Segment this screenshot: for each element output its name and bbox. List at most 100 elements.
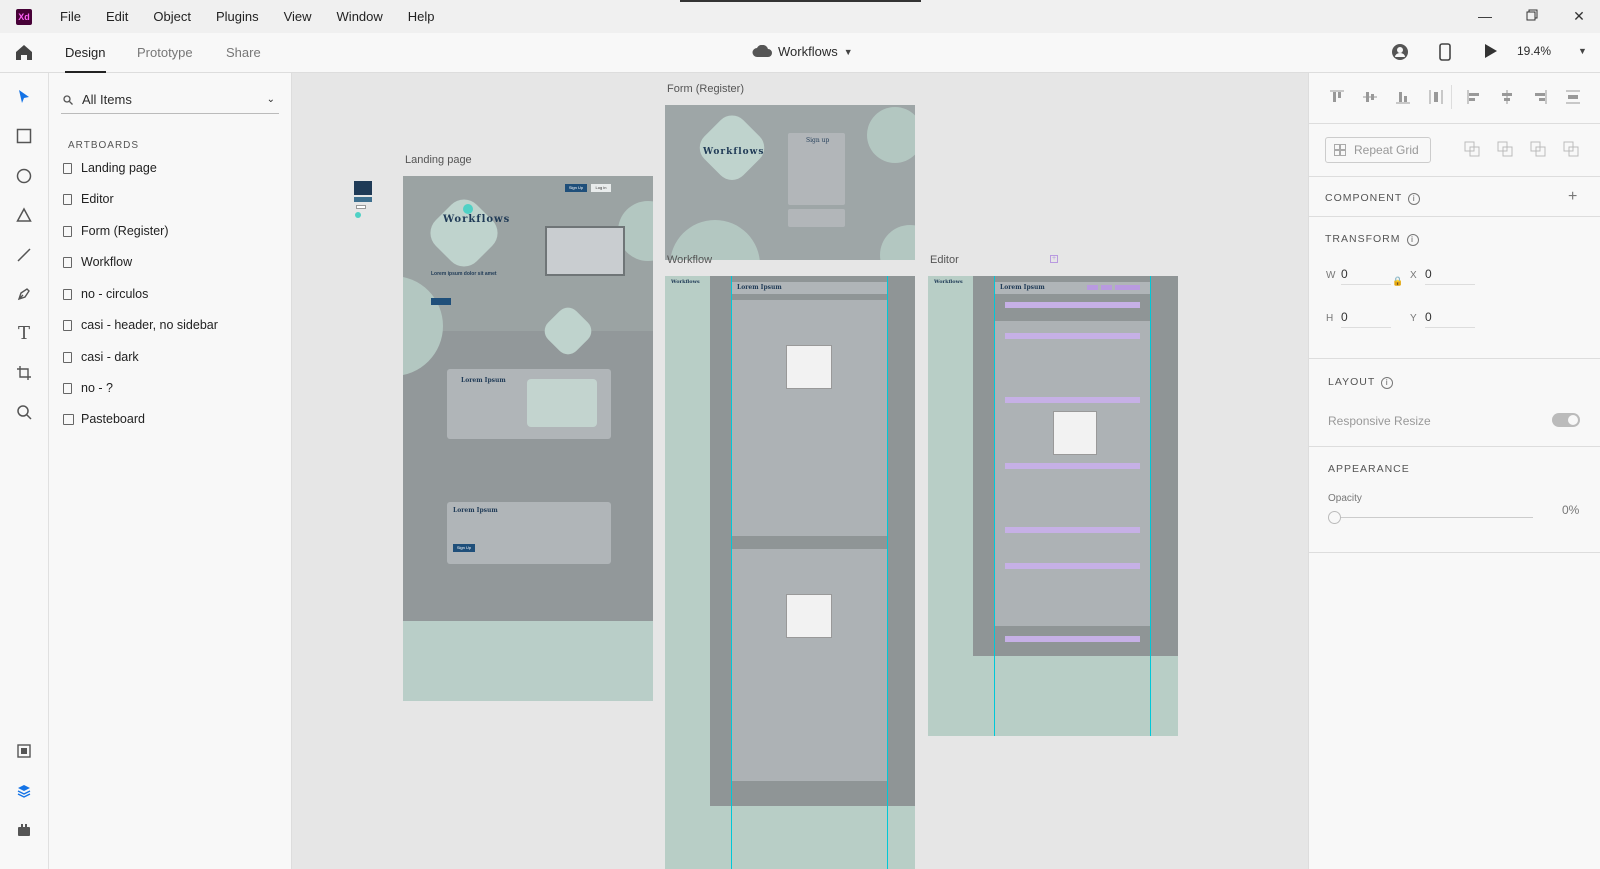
pasteboard-swatch[interactable] <box>354 197 372 202</box>
layer-item[interactable]: no - circulos <box>63 283 148 305</box>
tab-design[interactable]: Design <box>65 45 105 60</box>
tab-share[interactable]: Share <box>226 45 261 60</box>
plugins-panel-icon[interactable] <box>14 820 34 840</box>
artboard-label-workflow[interactable]: Workflow <box>667 254 712 266</box>
info-icon[interactable]: i <box>1406 234 1419 246</box>
line-tool-icon[interactable] <box>14 245 34 265</box>
info-icon[interactable]: i <box>1381 377 1394 389</box>
opacity-slider-handle[interactable] <box>1328 511 1341 524</box>
editor-add-bar[interactable] <box>1005 563 1140 569</box>
component-heading: COMPONENT i <box>1325 192 1421 205</box>
width-field[interactable]: 0 <box>1341 267 1391 285</box>
minimize-icon[interactable]: — <box>1475 6 1495 26</box>
ellipse-tool-icon[interactable] <box>14 166 34 186</box>
play-icon[interactable] <box>1484 43 1498 62</box>
guide-line <box>1150 276 1151 736</box>
canvas[interactable]: Landing page Workflows Sign Up Log in Lo… <box>292 73 1308 869</box>
workflow-section-2 <box>732 549 887 781</box>
layers-panel-icon[interactable] <box>14 781 34 801</box>
layer-item[interactable]: Editor <box>63 188 114 210</box>
menu-plugins[interactable]: Plugins <box>216 9 259 24</box>
layer-item-pasteboard[interactable]: Pasteboard <box>63 408 145 430</box>
menu-object[interactable]: Object <box>153 9 191 24</box>
rectangle-tool-icon[interactable] <box>14 126 34 146</box>
landing-login-button[interactable]: Log in <box>591 184 611 192</box>
select-tool-icon[interactable] <box>14 87 34 107</box>
boolean-subtract-icon[interactable] <box>1497 141 1513 160</box>
align-bottom-icon[interactable] <box>1395 89 1411 108</box>
align-right-icon[interactable] <box>1532 89 1548 108</box>
editor-add-bar[interactable] <box>1005 527 1140 533</box>
artboard-tool-icon[interactable] <box>14 363 34 383</box>
responsive-resize-label: Responsive Resize <box>1328 414 1431 428</box>
layer-item[interactable]: Form (Register) <box>63 220 169 242</box>
menu-edit[interactable]: Edit <box>106 9 128 24</box>
artboard-label-landing[interactable]: Landing page <box>405 154 472 166</box>
assets-panel-icon[interactable] <box>14 741 34 761</box>
boolean-exclude-icon[interactable] <box>1563 141 1579 160</box>
add-icon[interactable]: + <box>1050 255 1058 263</box>
artboard-landing-page[interactable]: Workflows Sign Up Log in Lorem ipsum dol… <box>403 176 653 701</box>
pen-tool-icon[interactable] <box>14 284 34 304</box>
lock-aspect-icon[interactable]: 🔒 <box>1392 276 1403 287</box>
x-label: X <box>1410 270 1417 281</box>
responsive-resize-toggle[interactable] <box>1552 413 1580 427</box>
user-share-icon[interactable] <box>1391 43 1409 64</box>
zoom-tool-icon[interactable] <box>14 402 34 422</box>
distribute-vertical-icon[interactable] <box>1428 89 1444 108</box>
layer-item[interactable]: casi - header, no sidebar <box>63 314 218 336</box>
zoom-chevron-icon[interactable]: ▼ <box>1578 46 1587 56</box>
boolean-add-icon[interactable] <box>1464 141 1480 160</box>
layer-item[interactable]: casi - dark <box>63 346 139 368</box>
align-middle-icon[interactable] <box>1362 89 1378 108</box>
add-component-icon[interactable]: + <box>1568 188 1577 206</box>
info-icon[interactable]: i <box>1408 193 1421 205</box>
landing-card-2-cta[interactable]: Sign Up <box>453 544 475 552</box>
tab-prototype[interactable]: Prototype <box>137 45 193 60</box>
mobile-preview-icon[interactable] <box>1439 43 1451 64</box>
layer-item[interactable]: Workflow <box>63 251 132 273</box>
menu-view[interactable]: View <box>284 9 312 24</box>
pasteboard-button[interactable] <box>356 205 366 209</box>
pasteboard-dot[interactable] <box>355 212 361 218</box>
artboard-label-editor[interactable]: Editor <box>930 254 959 266</box>
close-icon[interactable]: ✕ <box>1569 6 1589 26</box>
text-tool-icon[interactable]: T <box>14 323 34 344</box>
artboard-form-register[interactable]: Workflows Sign up <box>665 105 915 260</box>
editor-add-bar[interactable] <box>1005 333 1140 339</box>
repeat-grid-button[interactable]: Repeat Grid <box>1325 137 1431 163</box>
document-title[interactable]: Workflows ▼ <box>752 44 853 59</box>
workflow-sidebar <box>665 276 710 806</box>
layer-filter-dropdown[interactable]: All Items ⌄ <box>61 86 279 114</box>
height-field[interactable]: 0 <box>1341 310 1391 328</box>
pasteboard-swatch[interactable] <box>354 181 372 195</box>
distribute-horizontal-icon[interactable] <box>1565 89 1581 108</box>
landing-signup-button[interactable]: Sign Up <box>565 184 587 192</box>
menu-file[interactable]: File <box>60 9 81 24</box>
restore-icon[interactable] <box>1522 6 1542 26</box>
artboard-label-form[interactable]: Form (Register) <box>667 83 744 95</box>
menu-window[interactable]: Window <box>337 9 383 24</box>
y-field[interactable]: 0 <box>1425 310 1475 328</box>
editor-add-bar[interactable] <box>1005 636 1140 642</box>
x-field[interactable]: 0 <box>1425 267 1475 285</box>
layer-item[interactable]: no - ? <box>63 377 113 399</box>
artboard-editor[interactable]: Workflows Lorem Ipsum <box>928 276 1178 736</box>
polygon-tool-icon[interactable] <box>14 205 34 225</box>
align-top-icon[interactable] <box>1329 89 1345 108</box>
landing-cta-button[interactable] <box>431 298 451 305</box>
editor-add-bar[interactable] <box>1005 463 1140 469</box>
home-icon[interactable] <box>14 43 34 64</box>
editor-add-bar[interactable] <box>1005 397 1140 403</box>
align-left-icon[interactable] <box>1466 89 1482 108</box>
editor-add-bar[interactable] <box>1005 302 1140 308</box>
artboard-workflow[interactable]: Workflows Lorem Ipsum <box>665 276 915 869</box>
align-center-icon[interactable] <box>1499 89 1515 108</box>
opacity-value[interactable]: 0% <box>1562 503 1579 517</box>
boolean-intersect-icon[interactable] <box>1530 141 1546 160</box>
opacity-slider-track[interactable] <box>1333 517 1533 518</box>
divider <box>1309 216 1600 217</box>
layer-item[interactable]: Landing page <box>63 157 157 179</box>
menu-help[interactable]: Help <box>408 9 435 24</box>
zoom-level[interactable]: 19.4% <box>1517 44 1551 58</box>
